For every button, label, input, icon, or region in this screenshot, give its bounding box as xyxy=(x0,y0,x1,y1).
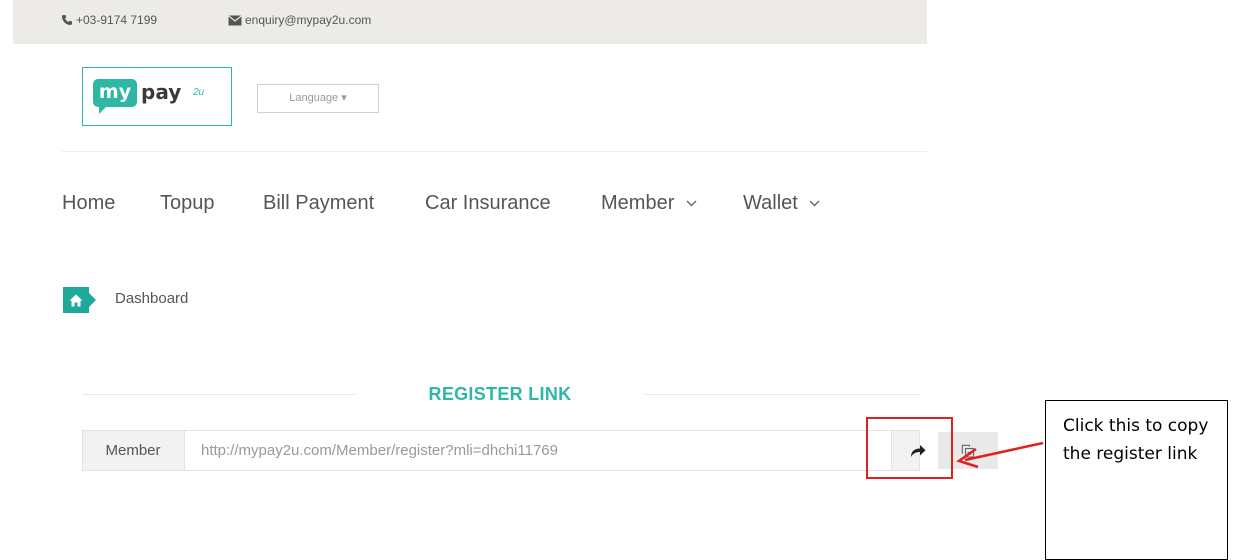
language-dropdown[interactable]: Language ▾ xyxy=(257,84,379,113)
nav-item-wallet[interactable]: Wallet xyxy=(743,192,820,215)
logo-pay-text: pay xyxy=(141,80,182,104)
member-addon-label: Member xyxy=(105,442,161,459)
header-divider xyxy=(62,151,927,152)
nav-item-member[interactable]: Member xyxy=(601,192,697,215)
logo-2u-text: 2u xyxy=(193,87,205,98)
nav-label: Topup xyxy=(160,192,215,214)
register-link-input-group: Member xyxy=(82,430,998,471)
section-divider-right xyxy=(645,394,920,395)
email-address: enquiry@mypay2u.com xyxy=(245,13,372,27)
annotation-callout: Click this to copy the register link xyxy=(1045,400,1228,560)
chevron-down-icon xyxy=(686,200,697,207)
contact-email[interactable]: enquiry@mypay2u.com xyxy=(228,13,371,27)
home-icon xyxy=(69,294,83,306)
contact-phone[interactable]: +03-9174 7199 xyxy=(61,13,157,27)
phone-icon xyxy=(62,15,72,25)
nav-item-topup[interactable]: Topup xyxy=(160,192,215,215)
breadcrumb-home-button[interactable] xyxy=(63,287,96,313)
annotation-arrow-icon xyxy=(956,441,1044,469)
nav-item-home[interactable]: Home xyxy=(62,192,115,215)
mypay2u-logo[interactable]: my pay 2u xyxy=(82,67,232,126)
nav-label: Member xyxy=(601,192,675,214)
nav-label: Bill Payment xyxy=(263,192,375,214)
envelope-icon xyxy=(228,14,242,25)
register-link-field[interactable] xyxy=(184,431,892,470)
section-divider-left xyxy=(82,394,355,395)
chevron-down-icon xyxy=(809,200,820,207)
nav-label: Car Insurance xyxy=(425,192,551,214)
nav-label: Home xyxy=(62,192,116,214)
logo-bubble: my xyxy=(93,79,137,114)
nav-label: Wallet xyxy=(743,192,798,214)
register-link-title: REGISTER LINK xyxy=(428,384,572,404)
top-contact-bar: +03-9174 7199 enquiry@mypay2u.com xyxy=(13,0,927,44)
phone-number: +03-9174 7199 xyxy=(76,13,158,27)
copy-button-highlight xyxy=(866,417,953,479)
nav-item-car-insurance[interactable]: Car Insurance xyxy=(425,192,551,215)
nav-item-bill-payment[interactable]: Bill Payment xyxy=(263,192,374,215)
breadcrumb-dashboard[interactable]: Dashboard xyxy=(115,290,188,307)
